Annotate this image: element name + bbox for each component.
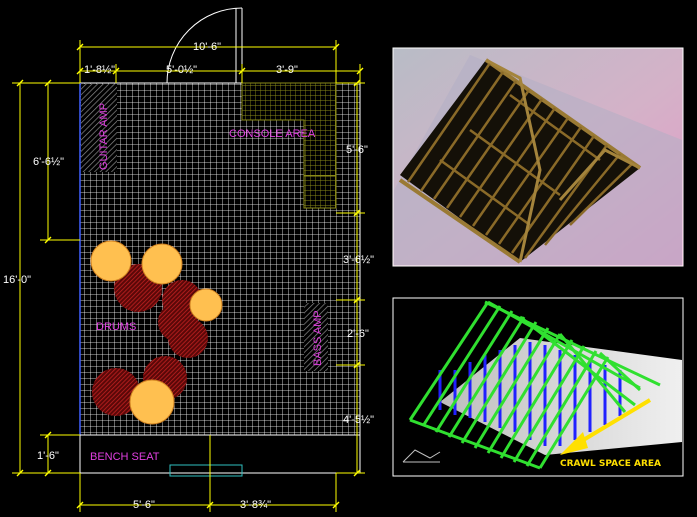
crawl-space-wireframe: CRAWL SPACE AREA — [392, 297, 684, 477]
guitar-amp-label: GUITAR AMP — [98, 103, 110, 170]
dim-top-total: 10'-6" — [193, 41, 221, 53]
dim-right-2: 3'-6½" — [343, 254, 374, 266]
dim-top-right: 3'-9" — [276, 64, 298, 76]
roof-truss-render — [392, 47, 684, 267]
dim-left-total: 16'-0" — [3, 274, 31, 286]
dim-left-lower: 1'-6" — [37, 450, 59, 462]
dim-top-mid: 5'-0½" — [166, 64, 197, 76]
dim-right-3: 2'-6" — [347, 328, 369, 340]
cymbal — [141, 243, 183, 285]
dim-right-1: 5'-6" — [346, 144, 368, 156]
console-area-label: CONSOLE AREA — [229, 128, 316, 140]
dim-bottom-right: 3'-8¾" — [240, 499, 271, 511]
bass-amp-label: BASS AMP — [312, 310, 324, 366]
dim-bottom-left: 5'-6" — [133, 499, 155, 511]
dim-top-left: 1'-8½" — [84, 64, 115, 76]
cymbal — [90, 240, 132, 282]
drums-label: DRUMS — [96, 321, 136, 333]
drawing-canvas: GUITAR AMP BASS AMP DRUMS CONSOLE AREA B… — [3, 7, 684, 512]
crawl-space-label: CRAWL SPACE AREA — [560, 459, 661, 469]
bench-seat-label: BENCH SEAT — [90, 451, 160, 463]
dim-left-upper: 6'-6½" — [33, 156, 64, 168]
cymbal — [129, 379, 175, 425]
floor-plan: GUITAR AMP BASS AMP DRUMS CONSOLE AREA B… — [3, 7, 374, 512]
dim-right-4: 4'-5½" — [343, 414, 374, 426]
cymbal — [189, 288, 223, 322]
drum-shell — [168, 318, 208, 358]
